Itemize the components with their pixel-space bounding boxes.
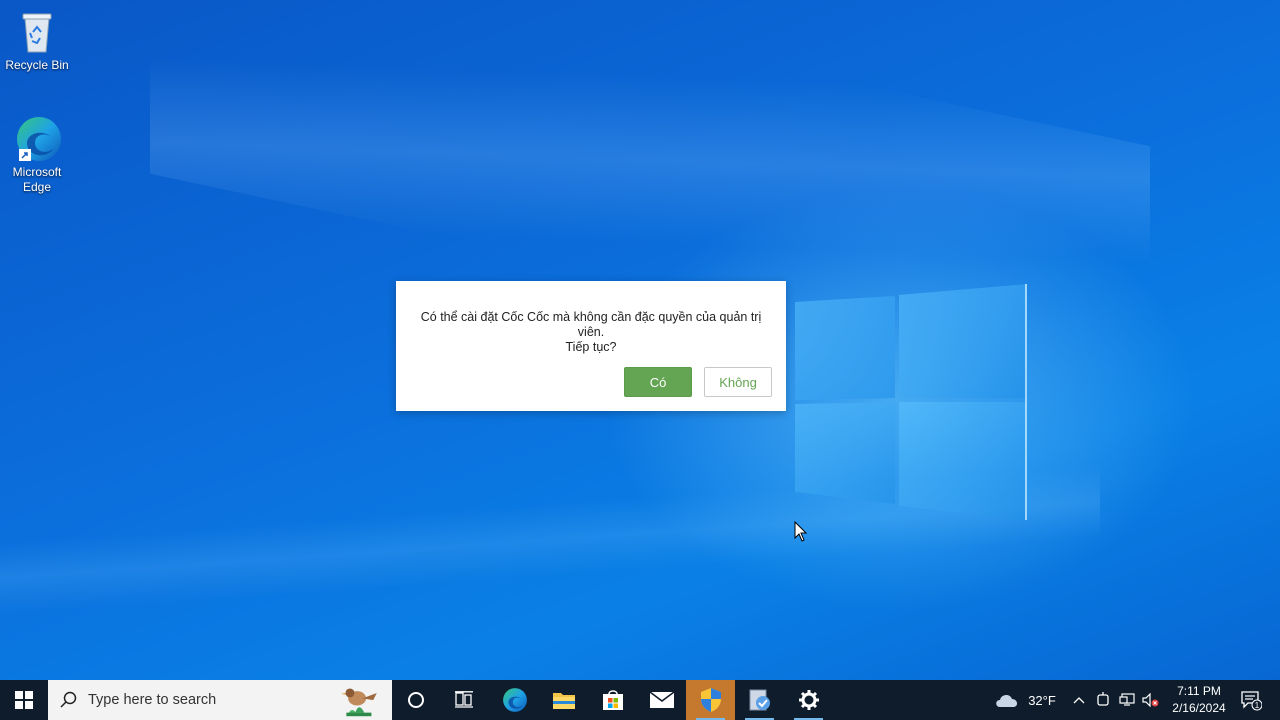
no-button[interactable]: Không (704, 367, 772, 397)
dialog-message-line: Có thể cài đặt Cốc Cốc mà không cần đặc … (420, 310, 762, 339)
windows-wallpaper-logo (795, 284, 1027, 520)
desktop-icon-label: Microsoft Edge (12, 165, 62, 194)
clock[interactable]: 7:11 PM 2/16/2024 (1164, 680, 1234, 720)
search-box[interactable]: Type here to search (48, 680, 392, 720)
settings-gear-icon (798, 690, 819, 710)
yes-button[interactable]: Có (624, 367, 692, 397)
windows-start-icon (15, 691, 33, 709)
recycle-bin-icon (13, 8, 61, 56)
store-icon (602, 690, 623, 710)
task-view-button[interactable] (440, 680, 488, 720)
installer-shield-icon (700, 688, 721, 712)
notification-icon: 1 (1241, 691, 1262, 711)
tray-device-icon-button[interactable] (1092, 680, 1114, 720)
dialog-message: Có thể cài đặt Cốc Cốc mà không cần đặc … (406, 310, 776, 355)
desktop-icon-recycle-bin[interactable]: Recycle Bin (0, 8, 74, 73)
cortana-button[interactable] (392, 680, 440, 720)
dialog-message-line: Tiếp tục? (565, 340, 617, 354)
taskbar-app-setup[interactable] (735, 680, 784, 720)
taskbar-app-file-explorer[interactable] (539, 680, 588, 720)
task-view-icon (455, 691, 473, 708)
taskbar-app-edge[interactable] (490, 680, 539, 720)
volume-muted-icon (1142, 693, 1159, 707)
file-explorer-icon (552, 693, 575, 709)
mouse-cursor-icon (794, 521, 808, 542)
edge-icon (502, 688, 527, 712)
desktop-icon-label: Recycle Bin (5, 58, 69, 72)
show-hidden-icons-button[interactable] (1068, 680, 1090, 720)
confirm-dialog: Có thể cài đặt Cốc Cốc mà không cần đặc … (396, 281, 786, 411)
network-icon (1119, 693, 1135, 706)
taskbar: Type here to search 32°F 7:11 PM 2/16/20… (0, 680, 1280, 720)
taskbar-app-settings[interactable] (784, 680, 833, 720)
setup-app-icon (749, 689, 770, 711)
network-button[interactable] (1116, 680, 1138, 720)
weather-temp: 32°F (1028, 692, 1056, 708)
cortana-circle-icon (408, 692, 424, 708)
cloud-icon (996, 694, 1018, 707)
mail-icon (649, 691, 674, 708)
weather-widget[interactable]: 32°F (992, 680, 1058, 720)
taskbar-app-store[interactable] (588, 680, 637, 720)
taskbar-app-mail[interactable] (637, 680, 686, 720)
chevron-up-icon (1073, 697, 1085, 704)
clock-time: 7:11 PM (1177, 684, 1221, 698)
search-icon (60, 691, 77, 708)
meet-now-icon (1097, 692, 1109, 706)
start-button[interactable] (0, 680, 48, 720)
desktop-icon-microsoft-edge[interactable]: Microsoft Edge (0, 115, 74, 195)
notification-count: 1 (1255, 701, 1260, 710)
search-placeholder: Type here to search (88, 692, 217, 708)
edge-icon (13, 115, 61, 163)
notifications-button[interactable]: 1 (1236, 680, 1266, 720)
taskbar-app-installer[interactable] (686, 680, 735, 720)
clock-date: 2/16/2024 (1172, 701, 1226, 715)
volume-button[interactable] (1140, 680, 1162, 720)
search-highlight-bird-icon (341, 688, 377, 717)
